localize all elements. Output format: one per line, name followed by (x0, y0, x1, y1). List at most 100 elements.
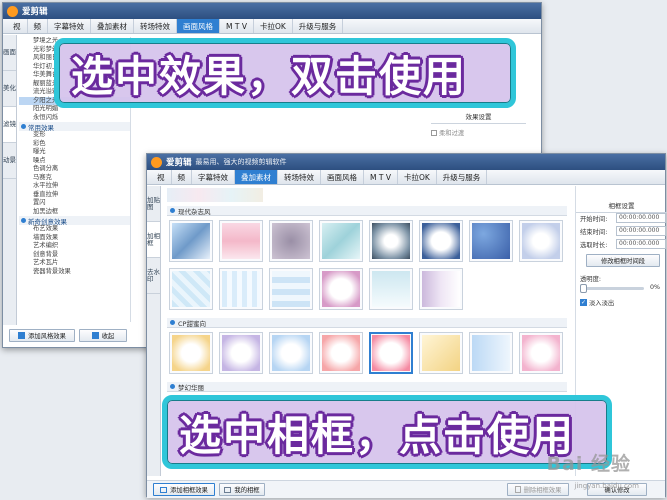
frame-thumb[interactable] (219, 268, 263, 310)
section-icon (170, 208, 175, 213)
frame-thumb-selected[interactable] (369, 332, 413, 374)
frame-thumb[interactable] (419, 268, 463, 310)
app-logo-icon (151, 156, 162, 168)
frame-thumb[interactable] (369, 220, 413, 262)
frame-thumb[interactable] (269, 332, 313, 374)
opacity-slider[interactable] (580, 284, 644, 293)
category-label: 新奇创意效果 (28, 217, 67, 226)
frame-thumb[interactable] (219, 220, 263, 262)
fade-label: 淡入淡出 (589, 300, 615, 307)
soft-transition-checkbox[interactable]: 柔和过渡 (431, 128, 526, 137)
frame-thumb[interactable] (369, 268, 413, 310)
section-icon (170, 320, 175, 325)
front-menu-style[interactable]: 画面风格 (321, 170, 364, 184)
back-menu-video-2[interactable]: 频 (28, 19, 48, 33)
front-side-tab-sticker[interactable]: 加贴图 (147, 186, 160, 222)
back-menu-transition[interactable]: 转场特效 (134, 19, 177, 33)
frame-thumb[interactable] (419, 220, 463, 262)
frame-thumb[interactable] (219, 332, 263, 374)
modify-frame-time-button[interactable]: 修改相框时间段 (586, 254, 660, 267)
frame-settings-title: 相框设置 (576, 200, 667, 213)
frame-thumb[interactable] (319, 268, 363, 310)
list-item[interactable]: 水平拉伸 (19, 182, 130, 191)
list-item[interactable]: 布艺效果 (19, 225, 130, 234)
list-item[interactable]: 彩色 (19, 140, 130, 149)
front-menu-overlay[interactable]: 叠加素材 (235, 170, 278, 184)
collapse-icon (91, 332, 99, 339)
add-frame-effect-button[interactable]: 添加相框效果 (153, 483, 215, 496)
section-label: CP甜蜜向 (178, 319, 206, 328)
frame-thumb[interactable] (469, 220, 513, 262)
category-common[interactable]: 常用效果 (19, 122, 130, 132)
back-titlebar: 爱剪辑 (3, 3, 541, 19)
end-time-input[interactable]: 00:00:00.000 (616, 226, 666, 236)
frame-thumb[interactable] (169, 332, 213, 374)
list-item[interactable]: 墙面效果 (19, 234, 130, 243)
my-frames-button[interactable]: 我的相框 (219, 483, 265, 496)
frame-thumb[interactable] (169, 220, 213, 262)
fade-checkbox[interactable]: ✓ 淡入淡出 (580, 298, 614, 307)
section-label: 现代杂志风 (178, 207, 211, 216)
frame-thumb[interactable] (319, 220, 363, 262)
section-modern-magazine[interactable]: 现代杂志风 (167, 206, 567, 216)
back-menu-overlay[interactable]: 叠加素材 (91, 19, 134, 33)
front-menu-subtitle[interactable]: 字幕特效 (192, 170, 235, 184)
front-side-tab-watermark[interactable]: 去水印 (147, 258, 160, 294)
list-item[interactable]: 噪点 (19, 157, 130, 166)
list-item[interactable]: 变形 (19, 131, 130, 140)
add-icon (18, 332, 26, 339)
duration-input[interactable]: 00:00:00.000 (616, 239, 666, 249)
back-menu-karaoke[interactable]: 卡拉OK (254, 19, 293, 33)
back-menu-style[interactable]: 画面风格 (177, 19, 220, 33)
front-menu-mtv[interactable]: M T V (364, 170, 398, 184)
front-menu-video-2[interactable]: 频 (172, 170, 192, 184)
frame-thumb[interactable] (469, 332, 513, 374)
frame-thumb[interactable] (519, 332, 563, 374)
section-dream[interactable]: 梦幻华丽 (167, 382, 567, 392)
section-cp-sweet[interactable]: CP甜蜜向 (167, 318, 567, 328)
add-style-label: 添加风格效果 (28, 333, 66, 340)
list-item[interactable]: 瓷器背景效果 (19, 268, 130, 277)
list-item[interactable]: 置闪 (19, 199, 130, 208)
back-side-tab-motion[interactable]: 动景 (3, 143, 16, 179)
add-style-effect-button[interactable]: 添加风格效果 (9, 329, 75, 342)
back-menu-video-1[interactable]: 视 (7, 19, 28, 33)
add-frame-label: 添加相框效果 (170, 487, 208, 494)
front-menu-karaoke[interactable]: 卡拉OK (398, 170, 437, 184)
category-creative[interactable]: 新奇创意效果 (19, 216, 130, 226)
collapse-button[interactable]: 收起 (79, 329, 127, 342)
list-item[interactable]: 艺术编织 (19, 242, 130, 251)
soft-transition-label: 柔和过渡 (439, 130, 465, 137)
end-time-label: 结束时间: (580, 229, 608, 236)
list-item[interactable]: 艺术瓦片 (19, 259, 130, 268)
add-frame-icon (160, 486, 168, 493)
gallery-top-strip (167, 188, 263, 202)
list-item[interactable]: 色调分离 (19, 165, 130, 174)
opacity-slider-handle[interactable] (580, 284, 587, 293)
frame-thumb[interactable] (169, 268, 213, 310)
front-side-tab-frame[interactable]: 加相框 (147, 222, 160, 258)
frame-thumb[interactable] (269, 268, 313, 310)
frame-thumb[interactable] (269, 220, 313, 262)
back-menu-upgrade[interactable]: 升级与服务 (293, 19, 344, 33)
list-item[interactable]: 曝光 (19, 148, 130, 157)
front-menu-video-1[interactable]: 视 (151, 170, 172, 184)
frame-thumb[interactable] (519, 220, 563, 262)
front-menu-transition[interactable]: 转场特效 (278, 170, 321, 184)
back-side-tab-picture[interactable]: 画面 (3, 35, 16, 71)
back-menu-mtv[interactable]: M T V (220, 19, 254, 33)
list-item[interactable]: 马赛克 (19, 174, 130, 183)
expand-icon (21, 124, 26, 129)
back-side-tabs: 画面 美化 滤镜 动景 (3, 35, 17, 325)
back-side-tab-beautify[interactable]: 美化 (3, 71, 16, 107)
frame-thumb[interactable] (419, 332, 463, 374)
start-time-label: 开始时间: (580, 216, 608, 223)
list-item[interactable]: 垂直拉伸 (19, 191, 130, 200)
back-menu-subtitle[interactable]: 字幕特效 (48, 19, 91, 33)
delete-frame-effect-button[interactable]: 删除相框效果 (507, 483, 569, 496)
frame-thumb[interactable] (319, 332, 363, 374)
back-side-tab-filter[interactable]: 滤镜 (3, 107, 16, 143)
front-menu-upgrade[interactable]: 升级与服务 (437, 170, 488, 184)
list-item[interactable]: 创意背景 (19, 251, 130, 260)
start-time-input[interactable]: 00:00:00.000 (616, 213, 666, 223)
